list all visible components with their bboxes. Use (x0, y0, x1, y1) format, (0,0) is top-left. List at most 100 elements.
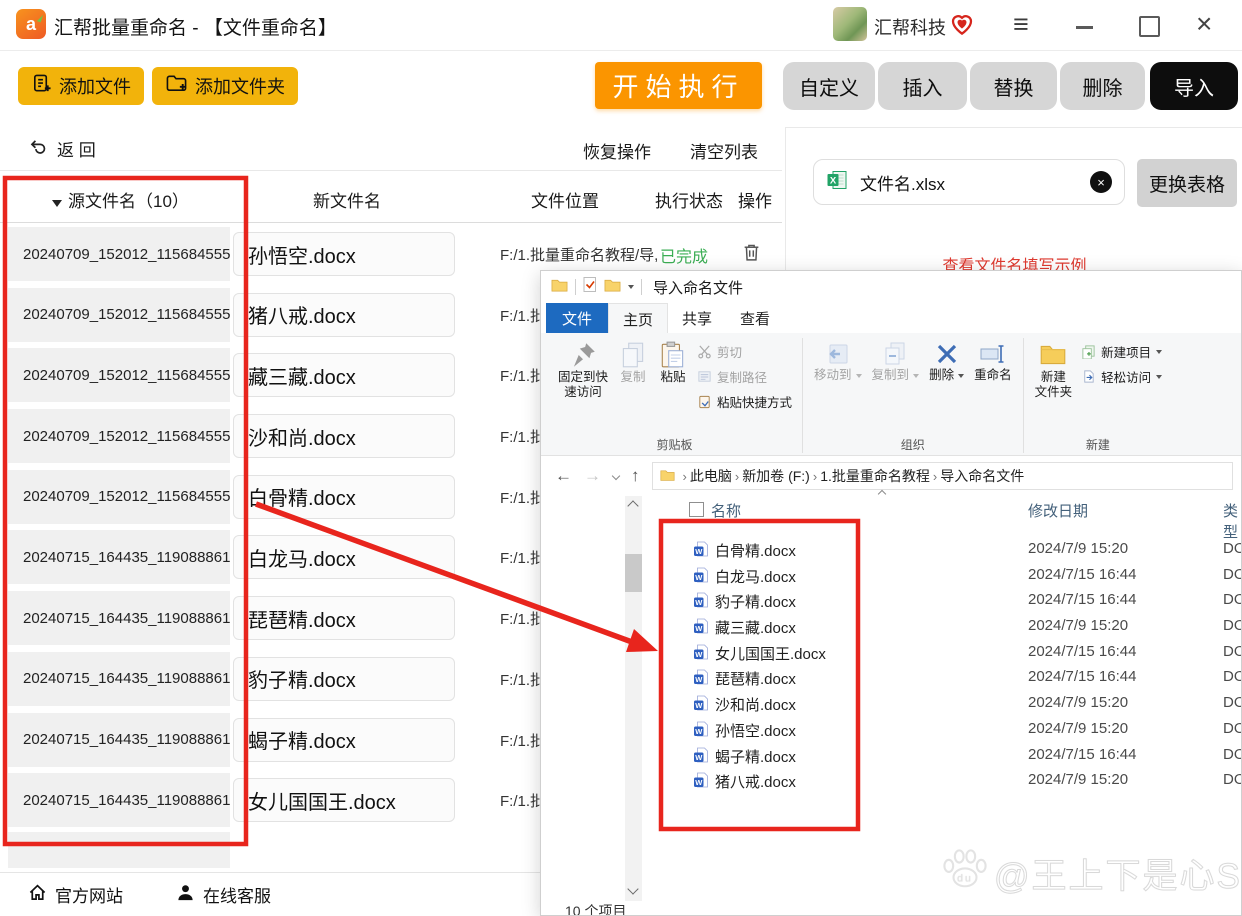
file-name: 蝎子精.docx (715, 746, 796, 767)
delete-button[interactable]: 删除 (924, 338, 969, 385)
new-name-field[interactable]: 白龙马.docx (233, 535, 455, 579)
tab-share[interactable]: 共享 (668, 303, 726, 333)
change-table-button[interactable]: 更换表格 (1137, 159, 1237, 207)
address-bar[interactable]: ›此电脑›新加卷 (F:)›1.批量重命名教程›导入命名文件 (652, 462, 1234, 490)
explorer-file-row[interactable]: W 白骨精.docx 2024/7/9 15:20 DO (681, 537, 1242, 563)
breadcrumb-item[interactable]: 1.批量重命名教程 (820, 466, 930, 486)
copy-path-button[interactable]: 复制路径 (697, 367, 792, 386)
tab-replace[interactable]: 替换 (970, 62, 1057, 110)
breadcrumb-item[interactable]: 导入命名文件 (940, 466, 1024, 486)
source-file-cell[interactable]: W 20240715_164435_119088861 (8, 591, 230, 645)
new-name-field[interactable]: 猪八戒.docx (233, 293, 455, 337)
group-label-new: 新建 (1024, 436, 1173, 453)
source-file-cell[interactable]: W 20240715_164435_119088861 (8, 530, 230, 584)
new-folder-button[interactable]: 新建 文件夹 (1030, 338, 1078, 402)
column-type[interactable]: 类型 (1223, 500, 1241, 542)
excel-file-icon: X (826, 169, 848, 196)
restore-action-link[interactable]: 恢复操作 (583, 138, 651, 163)
nav-up-icon[interactable]: ↑ (631, 466, 640, 486)
clear-list-link[interactable]: 清空列表 (690, 138, 758, 163)
tab-custom[interactable]: 自定义 (783, 62, 875, 110)
source-file-cell[interactable]: W 20240709_152012_115684555 (8, 348, 230, 402)
select-all-checkbox[interactable] (689, 502, 704, 517)
tab-home[interactable]: 主页 (608, 303, 668, 334)
explorer-file-row[interactable]: W 白龙马.docx 2024/7/15 16:44 DO (681, 563, 1242, 589)
scroll-down-icon[interactable] (627, 883, 638, 894)
source-file-cell[interactable]: W 20240715_164435_119088861 (8, 652, 230, 706)
copy-to-button[interactable]: 复制到 (867, 338, 925, 385)
scrollbar-thumb[interactable] (625, 554, 642, 592)
navpane-scrollbar[interactable] (625, 496, 642, 901)
new-item-button[interactable]: 新建项目 (1081, 342, 1162, 361)
source-file-cell[interactable]: W 20240709_152012_115684555 (8, 227, 230, 281)
source-file-name: 20240715_164435_119088861 (23, 670, 230, 687)
tab-import[interactable]: 导入 (1150, 62, 1238, 110)
copy-button[interactable]: 复制 (613, 338, 653, 387)
new-name-field[interactable]: 豹子精.docx (233, 657, 455, 701)
user-avatar[interactable] (833, 7, 867, 41)
column-name[interactable]: 名称 (711, 500, 741, 521)
explorer-file-row[interactable]: W 豹子精.docx 2024/7/15 16:44 DO (681, 588, 1242, 614)
source-file-cell[interactable]: W 20240715_164435_119088861 (8, 713, 230, 767)
source-file-cell[interactable]: W 20240709_152012_115684555 (8, 409, 230, 463)
source-file-cell[interactable]: W 20240715_164435_119088861 (8, 773, 230, 827)
explorer-file-row[interactable]: W 女儿国国王.docx 2024/7/15 16:44 DO (681, 640, 1242, 666)
explorer-file-row[interactable]: W 琵琶精.docx 2024/7/15 16:44 DO (681, 665, 1242, 691)
group-label-organize: 组织 (803, 436, 1023, 453)
new-name-field[interactable]: 沙和尚.docx (233, 414, 455, 458)
explorer-file-row[interactable]: W 猪八戒.docx 2024/7/9 15:20 DO (681, 768, 1242, 794)
explorer-file-row[interactable]: W 孙悟空.docx 2024/7/9 15:20 DO (681, 717, 1242, 743)
tab-insert[interactable]: 插入 (878, 62, 967, 110)
maximize-button[interactable] (1139, 16, 1160, 37)
new-name-field[interactable]: 白骨精.docx (233, 475, 455, 519)
quick-access-dropdown-icon[interactable] (628, 285, 634, 289)
pin-to-quick-access-button[interactable]: 固定到快 速访问 (553, 338, 613, 402)
nav-forward-icon[interactable]: → (584, 466, 601, 486)
selected-table-field[interactable]: X 文件名.xlsx × (813, 159, 1125, 205)
close-button[interactable]: × (1196, 8, 1212, 40)
paste-shortcut-button[interactable]: 粘贴快捷方式 (697, 392, 792, 411)
explorer-file-row[interactable]: W 藏三藏.docx 2024/7/9 15:20 DO (681, 614, 1242, 640)
back-button[interactable]: 返 回 (28, 136, 96, 161)
heart-badge-icon[interactable] (948, 10, 976, 42)
nav-history-dropdown-icon[interactable] (612, 472, 620, 480)
easy-access-button[interactable]: 轻松访问 (1081, 367, 1162, 386)
new-name-field[interactable]: 女儿国国王.docx (233, 778, 455, 822)
file-type: DO (1223, 540, 1242, 557)
tab-view[interactable]: 查看 (726, 303, 784, 333)
add-folder-button[interactable]: 添加文件夹 (152, 67, 298, 105)
cut-button[interactable]: 剪切 (697, 342, 792, 361)
source-file-cell[interactable]: W 20240709_152012_115684555 (8, 470, 230, 524)
new-name-field[interactable]: 藏三藏.docx (233, 353, 455, 397)
person-icon (176, 883, 195, 907)
new-name-field[interactable]: 孙悟空.docx (233, 232, 455, 276)
breadcrumb-item[interactable]: 此电脑 (690, 466, 732, 486)
clear-file-icon[interactable]: × (1090, 171, 1112, 193)
new-name-field[interactable]: 蝎子精.docx (233, 718, 455, 762)
explorer-file-row[interactable]: W 蝎子精.docx 2024/7/15 16:44 DO (681, 743, 1242, 769)
delete-row-button[interactable] (742, 242, 762, 264)
source-file-cell[interactable]: W 20240709_152012_115684555 (8, 288, 230, 342)
nav-back-icon[interactable]: ← (555, 466, 572, 486)
explorer-window: 导入命名文件 文件 主页 共享 查看 固定到快 速访问 复制 (540, 270, 1242, 916)
scroll-up-icon[interactable] (627, 500, 638, 511)
minimize-button[interactable] (1076, 26, 1093, 29)
tab-delete[interactable]: 删除 (1060, 62, 1145, 110)
hamburger-menu-icon[interactable]: ≡ (1013, 9, 1029, 40)
column-date-modified[interactable]: 修改日期 (1028, 500, 1088, 521)
new-name-field[interactable]: 琵琶精.docx (233, 596, 455, 640)
move-to-button[interactable]: 移动到 (809, 338, 867, 385)
tab-file[interactable]: 文件 (546, 303, 608, 333)
paste-button[interactable]: 粘贴 (653, 338, 693, 387)
explorer-file-row[interactable]: W 沙和尚.docx 2024/7/9 15:20 DO (681, 691, 1242, 717)
breadcrumb-item[interactable]: 新加卷 (F:) (742, 466, 810, 486)
quick-access-check-icon[interactable] (583, 276, 597, 298)
explorer-titlebar[interactable]: 导入命名文件 (541, 271, 1241, 303)
start-execute-button[interactable]: 开始执行 (595, 62, 762, 109)
folder-icon[interactable] (604, 278, 621, 297)
online-support-link[interactable]: 在线客服 (176, 882, 271, 907)
official-site-link[interactable]: 官方网站 (28, 882, 123, 907)
add-file-button[interactable]: 添加文件 (18, 67, 144, 105)
column-source-filename[interactable]: 源文件名（10） (52, 187, 189, 212)
rename-button[interactable]: 重命名 (969, 338, 1017, 385)
